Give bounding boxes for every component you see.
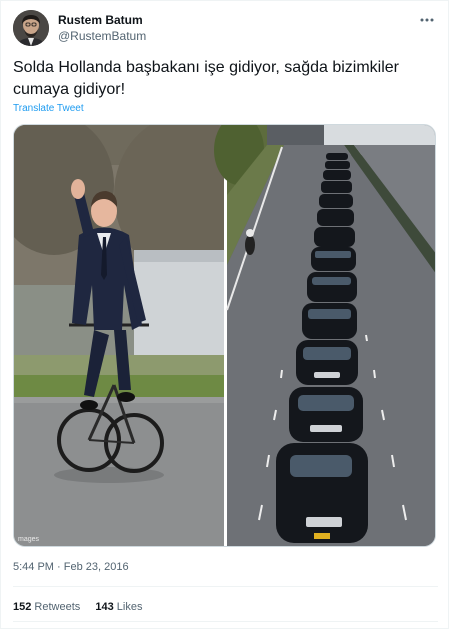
tweet-media[interactable]: mages — [13, 124, 436, 547]
avatar-image — [13, 10, 49, 46]
author-handle[interactable]: @RustemBatum — [58, 29, 146, 43]
right-photo — [214, 125, 435, 546]
likes-label: Likes — [116, 601, 143, 613]
avatar[interactable] — [13, 10, 49, 46]
divider — [13, 621, 438, 622]
more-horizontal-icon[interactable] — [416, 12, 438, 30]
tweet-text: Solda Hollanda başbakanı işe gidiyor, sa… — [13, 59, 399, 98]
retweets-stat[interactable]: 152 Retweets — [13, 601, 80, 613]
retweets-label: Retweets — [34, 601, 81, 613]
tweet-card: Rustem Batum @RustemBatum Solda Hollanda… — [0, 0, 449, 629]
left-photo — [14, 125, 254, 546]
likes-count: 143 — [95, 601, 114, 613]
divider — [13, 586, 438, 587]
media-watermark: mages — [18, 536, 40, 543]
translate-tweet-link[interactable]: Translate Tweet — [13, 103, 84, 114]
tweet-header: Rustem Batum @RustemBatum — [13, 10, 438, 46]
retweets-count: 152 — [13, 601, 32, 613]
media-photo — [14, 125, 435, 546]
tweet-stats: 152 Retweets 143 Likes — [13, 601, 154, 613]
likes-stat[interactable]: 143 Likes — [95, 601, 142, 613]
tweet-timestamp[interactable]: 5:44 PM · Feb 23, 2016 — [13, 561, 129, 573]
author-name[interactable]: Rustem Batum — [58, 13, 143, 27]
